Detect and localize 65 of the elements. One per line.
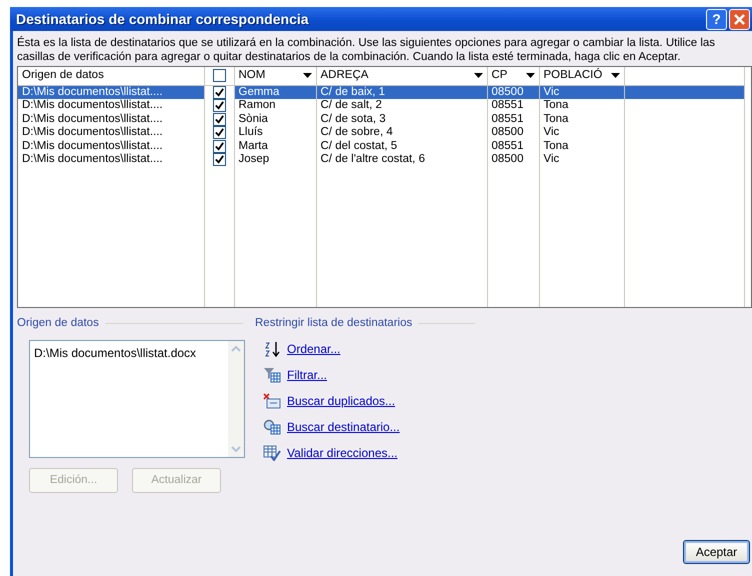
group-label: Restringir lista de destinatarios	[255, 316, 412, 331]
checkbox[interactable]	[212, 68, 226, 82]
filter-icon[interactable]	[263, 367, 281, 384]
table-cell: Vic	[539, 85, 624, 100]
help-button[interactable]: ?	[706, 8, 727, 30]
link[interactable]: Validar direcciones...	[287, 444, 398, 462]
table-cell: C/ de salt, 2	[316, 99, 487, 113]
checkbox[interactable]	[212, 112, 226, 126]
table-cell: D:\Mis documentos\llistat....	[18, 112, 204, 126]
checkbox[interactable]	[212, 99, 226, 112]
link[interactable]: Buscar destinatario...	[287, 418, 400, 436]
dropdown-icon[interactable]	[474, 73, 482, 78]
link[interactable]: Filtrar...	[287, 366, 328, 384]
table-cell: 08500	[487, 85, 539, 100]
table-cell: C/ de l'altre costat, 6	[316, 153, 487, 167]
list-item[interactable]: D:\Mis documentos\llistat.docx	[34, 344, 224, 362]
table-cell: C/ de sota, 3	[316, 112, 487, 126]
table-cell: 08551	[487, 112, 539, 126]
close-button[interactable]	[729, 8, 750, 30]
dropdown-icon[interactable]	[302, 73, 312, 78]
column-header[interactable]: Origen de datos	[22, 69, 200, 82]
scrollbar[interactable]	[228, 341, 244, 458]
validate-icon[interactable]	[263, 445, 281, 462]
instructions-text: Ésta es la lista de destinatarios que se utilizará en la combinación. Use las siguientes opciones para agregar o cambiar la lista. Utilice las casillas de verificación para agregar o quitar destinatarios de la combinación. Cuando la lista esté terminada, haga clic en Aceptar.	[17, 36, 716, 64]
sort-icon[interactable]	[263, 341, 281, 358]
table-cell: Tona	[539, 112, 624, 126]
checkbox[interactable]	[212, 153, 226, 166]
table-cell: C/ de baix, 1	[316, 85, 487, 100]
duplicates-icon[interactable]	[263, 393, 281, 410]
checkbox[interactable]	[212, 126, 226, 140]
table-cell: D:\Mis documentos\llistat....	[18, 153, 204, 167]
find-icon[interactable]	[263, 419, 281, 436]
dropdown-icon[interactable]	[610, 73, 620, 78]
table-cell: Vic	[539, 126, 624, 140]
table-cell: D:\Mis documentos\llistat....	[18, 140, 204, 154]
table-cell: 08500	[487, 126, 539, 140]
table-cell: D:\Mis documentos\llistat....	[18, 126, 204, 140]
table-cell: Josep	[234, 153, 316, 167]
link[interactable]: Buscar duplicados...	[287, 392, 396, 410]
close-icon[interactable]	[733, 12, 746, 26]
table-cell: Vic	[539, 153, 624, 167]
group-label: Origen de datos	[17, 316, 99, 331]
data-source-list[interactable]: D:\Mis documentos\llistat.docx	[29, 340, 245, 458]
window-title: Destinatarios de combinar correspondencia	[16, 10, 310, 29]
table-cell: Gemma	[234, 85, 316, 100]
dropdown-icon[interactable]	[526, 73, 534, 78]
table-cell: 08551	[487, 140, 539, 154]
table-cell: 08500	[487, 153, 539, 167]
table-cell: Ramon	[234, 99, 316, 113]
link[interactable]: Ordenar...	[287, 340, 340, 358]
table-cell: D:\Mis documentos\llistat....	[18, 85, 204, 100]
column-header[interactable]: POBLACIÓ	[544, 69, 620, 82]
table-cell: Tona	[539, 140, 624, 154]
table-cell: Tona	[539, 99, 624, 113]
table-cell: D:\Mis documentos\llistat....	[18, 99, 204, 113]
table-cell: Lluís	[234, 126, 316, 140]
column-header[interactable]: NOM	[238, 69, 312, 82]
column-header[interactable]: ADREÇA	[320, 69, 482, 82]
table-cell: 08551	[487, 99, 539, 113]
column-header[interactable]: CP	[492, 69, 534, 82]
checkbox[interactable]	[212, 86, 226, 98]
table-cell: C/ del costat, 5	[316, 140, 487, 154]
table-cell: C/ de sobre, 4	[316, 126, 487, 140]
ok-button[interactable]: Aceptar	[683, 540, 750, 564]
checkbox[interactable]	[212, 140, 226, 153]
